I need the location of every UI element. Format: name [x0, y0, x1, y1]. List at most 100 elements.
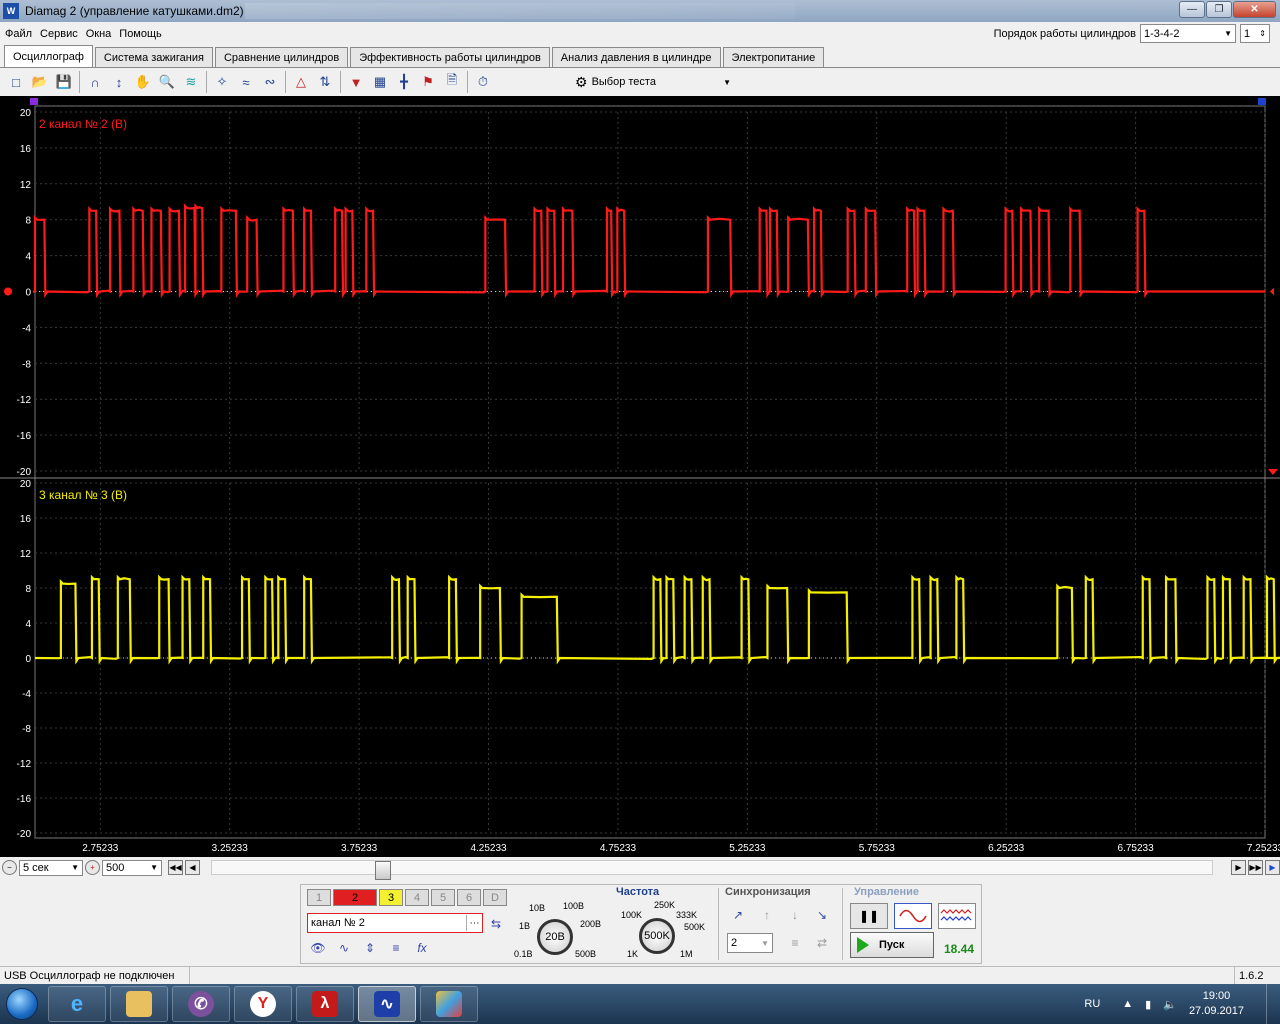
menu-file[interactable]: Файл [0, 28, 36, 40]
lines-icon[interactable]: ≡ [385, 937, 407, 959]
zoom-in-icon[interactable]: + [85, 860, 100, 875]
taskbar-pdf[interactable]: λ [296, 986, 354, 1022]
channel-stack-icon[interactable]: ≋ [179, 70, 203, 94]
channel-button-4[interactable]: 4 [405, 889, 429, 906]
channel-button-3[interactable]: 3 [379, 889, 403, 906]
taskbar-diamag[interactable]: ∿ [358, 986, 416, 1022]
tab-oscilloscope[interactable]: Осциллограф [4, 45, 93, 67]
channel-export-icon[interactable]: ⇆ [485, 913, 507, 935]
overlay-waves-icon[interactable]: ∾ [258, 70, 282, 94]
oscilloscope-view[interactable]: 20 16 12 8 4 0 -4 -8 -12 -16 -20 2 канал № 2 (В) 20 1… [0, 96, 1280, 857]
channel-button-1[interactable]: 1 [307, 889, 331, 906]
save-icon[interactable]: 💾 [52, 70, 76, 94]
play-scroll-icon[interactable]: ▶ [1265, 860, 1280, 875]
menu-windows[interactable]: Окна [82, 28, 116, 40]
more-icon[interactable]: ⋯ [466, 915, 482, 931]
tab-ignition-system[interactable]: Система зажигания [94, 47, 213, 67]
zoom-out-icon[interactable]: − [2, 860, 17, 875]
points-select[interactable]: 500 ▼ [102, 859, 162, 876]
y-tick-label: -8 [22, 359, 31, 370]
continuous-wave-button[interactable] [938, 903, 976, 929]
document-icon[interactable]: 🗎 [440, 70, 464, 94]
maximize-button[interactable]: ❐ [1206, 1, 1232, 18]
taskbar-yandex[interactable]: Y [234, 986, 292, 1022]
taskbar-paint[interactable] [420, 986, 478, 1022]
zero-offset-icon[interactable]: ⇅ [313, 70, 337, 94]
pause-button[interactable]: ❚❚ [850, 903, 888, 929]
menu-help[interactable]: Помощь [115, 28, 166, 40]
tab-power-supply[interactable]: Электропитание [722, 47, 825, 67]
y-tick-label: -12 [17, 395, 32, 406]
voltage-label-500v: 500В [575, 949, 597, 959]
function-icon[interactable]: fx [411, 937, 433, 959]
sync-down-icon[interactable]: ↓ [784, 904, 806, 926]
show-desktop-button[interactable] [1266, 984, 1280, 1024]
auto-timer-icon[interactable]: ⏱ [471, 70, 495, 94]
eye-icon[interactable]: 👁 [307, 937, 329, 959]
volume-icon[interactable]: 🔈 [1163, 998, 1177, 1011]
measure-icon[interactable]: ↕ [107, 70, 131, 94]
tab-cylinder-pressure[interactable]: Анализ давления в цилиндре [551, 47, 721, 67]
sync-shift-icon[interactable]: ⇄ [811, 932, 833, 954]
open-folder-icon[interactable]: 📂 [28, 70, 52, 94]
sync-up-icon[interactable]: ↑ [756, 904, 778, 926]
sync-rising-icon[interactable]: ↗ [727, 904, 749, 926]
single-wave-button[interactable] [894, 903, 932, 929]
tray-expand-icon[interactable]: ▲ [1122, 998, 1133, 1010]
taskbar-explorer[interactable] [110, 986, 168, 1022]
time-scrollbar[interactable] [211, 860, 1213, 880]
cylinder-order-select[interactable]: 1-3-4-2 ▼ [1140, 24, 1236, 43]
auto-scale-icon[interactable]: △ [289, 70, 313, 94]
sync-falling-icon[interactable]: ↘ [811, 904, 833, 926]
new-file-icon[interactable]: □ [4, 70, 28, 94]
network-icon[interactable]: ▮ [1145, 998, 1151, 1011]
time-scale-select[interactable]: 5 сек ▼ [19, 859, 83, 876]
voltage-label-1v: 1В [519, 921, 531, 931]
go-start-icon[interactable]: ◀◀ [168, 860, 183, 875]
vertical-shift-icon[interactable]: ⇕ [359, 937, 381, 959]
language-indicator[interactable]: RU [1084, 998, 1100, 1010]
hand-pan-icon[interactable]: ✋ [131, 70, 155, 94]
step-back-icon[interactable]: ◀ [185, 860, 200, 875]
signal-invert-icon[interactable]: ∿ [333, 937, 355, 959]
taskbar: e ✆ Y λ ∿ RU ▲ ▮ 🔈 19:00 27.09.2017 [0, 984, 1280, 1024]
time-scrollbar-thumb[interactable] [375, 861, 391, 880]
system-tray: RU ▲ ▮ 🔈 19:00 27.09.2017 [1084, 984, 1280, 1024]
run-button[interactable]: Пуск [850, 932, 934, 958]
split-icon[interactable]: ╋ [392, 70, 416, 94]
y-tick-label: -8 [22, 724, 31, 735]
channel-name-field[interactable]: канал № 2 ⋯ [307, 913, 483, 933]
zoom-icon[interactable]: 🔍 [155, 70, 179, 94]
tab-cylinder-efficiency[interactable]: Эффективность работы цилиндров [350, 47, 550, 67]
cylinder-spinner[interactable]: 1 ⇕ [1240, 24, 1270, 43]
channel-button-5[interactable]: 5 [431, 889, 455, 906]
filter-icon[interactable]: ▼ [344, 70, 368, 94]
taskbar-viber[interactable]: ✆ [172, 986, 230, 1022]
clock[interactable]: 19:00 27.09.2017 [1189, 989, 1244, 1019]
channel-button-2[interactable]: 2 [333, 889, 377, 906]
go-end-icon[interactable]: ▶▶ [1248, 860, 1263, 875]
channel-button-d[interactable]: D [483, 889, 507, 906]
menu-service[interactable]: Сервис [36, 28, 82, 40]
cursor-arc-icon[interactable]: ∩ [83, 70, 107, 94]
waveform-3 [34, 574, 1280, 665]
flag-icon[interactable]: ⚑ [416, 70, 440, 94]
expand-icon[interactable]: ✧ [210, 70, 234, 94]
channel-button-6[interactable]: 6 [457, 889, 481, 906]
minimize-button[interactable]: — [1179, 1, 1205, 18]
start-button[interactable] [0, 984, 44, 1024]
step-forward-icon[interactable]: ▶ [1231, 860, 1246, 875]
oscilloscope-chart[interactable]: 20 16 12 8 4 0 -4 -8 -12 -16 -20 2 канал № 2 (В) 20 1… [0, 96, 1280, 857]
frequency-knob[interactable]: 500K [639, 918, 675, 954]
test-select[interactable]: ⚙ Выбор теста ▼ [575, 71, 731, 93]
waves-icon[interactable]: ≈ [234, 70, 258, 94]
close-button[interactable]: ✕ [1233, 1, 1276, 18]
tab-cylinder-comparison[interactable]: Сравнение цилиндров [214, 47, 349, 67]
voltage-knob[interactable]: 20В [537, 919, 573, 955]
freq-label-1k: 1K [627, 949, 639, 959]
sync-channel-select[interactable]: 2 ▼ [727, 933, 773, 953]
voltage-label-200v: 200В [580, 919, 602, 929]
sync-level-icon[interactable]: ≡ [784, 932, 806, 954]
taskbar-ie[interactable]: e [48, 986, 106, 1022]
table-icon[interactable]: ▦ [368, 70, 392, 94]
